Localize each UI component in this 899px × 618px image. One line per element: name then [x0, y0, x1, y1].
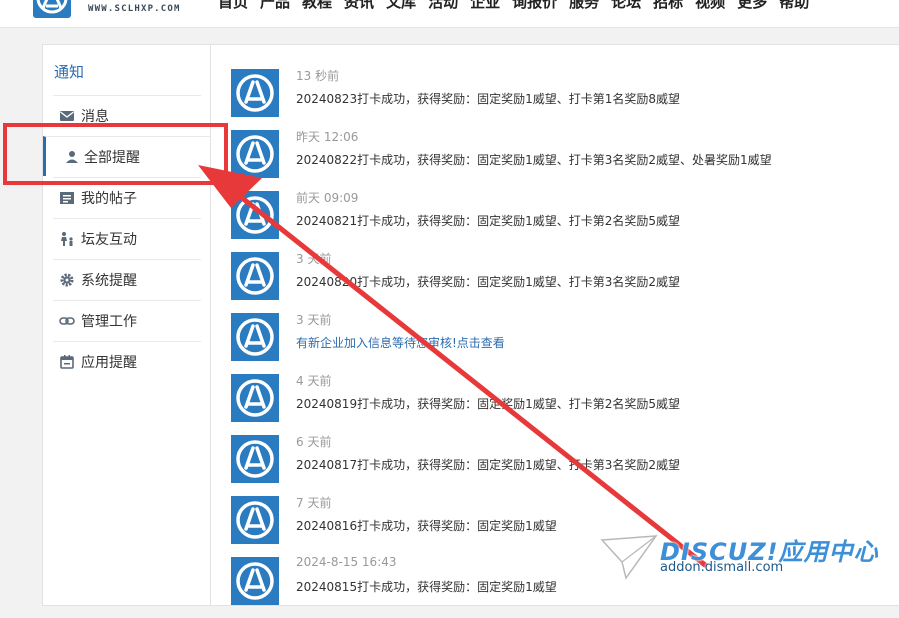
notice-time: 3 天前	[296, 252, 332, 266]
site-logo-icon	[236, 379, 274, 417]
notice-time: 2024-8-15 16:43	[296, 555, 397, 569]
notice-text: 20240820打卡成功，获得奖励：固定奖励1威望、打卡第3名奖励2威望	[296, 275, 680, 289]
nav-item-more[interactable]: 更多	[737, 0, 767, 12]
nav-item-events[interactable]: 活动	[428, 0, 458, 12]
notice-time: 3 天前	[296, 313, 332, 327]
avatar[interactable]	[231, 496, 279, 544]
top-nav: 首页 产品 教程 资讯 文库 活动 企业 询报价 服务 论坛 招标 视频 更多 帮助	[218, 0, 821, 12]
site-logo-icon	[236, 74, 274, 112]
sidebar-item-label: 系统提醒	[81, 273, 137, 289]
site-logo[interactable]	[33, 0, 71, 18]
list-item: 2024-8-15 16:43 20240815打卡成功，获得奖励：固定奖励1威…	[231, 555, 881, 618]
notice-text: 20240821打卡成功，获得奖励：固定奖励1威望、打卡第2名奖励5威望	[296, 214, 680, 228]
list-item: 3 天前 20240820打卡成功，获得奖励：固定奖励1威望、打卡第3名奖励2威…	[231, 252, 881, 313]
site-url: WWW.SCLHXP.COM	[88, 4, 181, 14]
nav-item-products[interactable]: 产品	[260, 0, 290, 12]
gear-icon	[60, 273, 74, 287]
notice-text: 20240819打卡成功，获得奖励：固定奖励1威望、打卡第2名奖励5威望	[296, 397, 680, 411]
list-item: 4 天前 20240819打卡成功，获得奖励：固定奖励1威望、打卡第2名奖励5威…	[231, 374, 881, 435]
sidebar-item-app-reminders[interactable]: 应用提醒	[53, 341, 201, 381]
nav-item-forum[interactable]: 论坛	[611, 0, 641, 12]
notice-time: 13 秒前	[296, 69, 340, 83]
notice-text: 20240817打卡成功，获得奖励：固定奖励1威望、打卡第3名奖励2威望	[296, 458, 680, 472]
user-icon	[66, 151, 78, 163]
notification-sidebar: 通知 消息 全部提醒 我的帖子 坛友互动 系统提醒 管理工作 应用提醒	[42, 44, 211, 606]
sidebar-item-label: 坛友互动	[81, 232, 137, 248]
interaction-icon	[61, 232, 73, 246]
avatar[interactable]	[231, 130, 279, 178]
site-logo-icon	[236, 135, 274, 173]
notification-list: 13 秒前 20240823打卡成功，获得奖励：固定奖励1威望、打卡第1名奖励8…	[210, 44, 899, 606]
sidebar-item-label: 管理工作	[81, 314, 137, 330]
list-item: 3 天前 有新企业加入信息等待您审核!点击查看	[231, 313, 881, 374]
notice-time: 7 天前	[296, 496, 332, 510]
sidebar-item-system[interactable]: 系统提醒	[53, 259, 201, 299]
nav-item-news[interactable]: 资讯	[344, 0, 374, 12]
avatar[interactable]	[231, 69, 279, 117]
site-logo-icon	[236, 196, 274, 234]
site-logo-icon	[236, 440, 274, 478]
site-logo-icon	[236, 501, 274, 539]
nav-item-library[interactable]: 文库	[386, 0, 416, 12]
posts-icon	[60, 192, 74, 204]
nav-item-enterprise[interactable]: 企业	[470, 0, 500, 12]
sidebar-item-label: 应用提醒	[81, 355, 137, 371]
sidebar-item-label: 我的帖子	[81, 191, 137, 207]
notice-text: 20240823打卡成功，获得奖励：固定奖励1威望、打卡第1名奖励8威望	[296, 92, 680, 106]
logo-icon	[36, 0, 68, 14]
sidebar-title: 通知	[54, 63, 85, 81]
calendar-icon	[60, 355, 74, 369]
nav-item-tutorials[interactable]: 教程	[302, 0, 332, 12]
notice-text: 20240822打卡成功，获得奖励：固定奖励1威望、打卡第3名奖励2威望、处暑奖…	[296, 153, 772, 167]
notice-time: 6 天前	[296, 435, 332, 449]
sidebar-item-management[interactable]: 管理工作	[53, 300, 201, 340]
list-item: 前天 09:09 20240821打卡成功，获得奖励：固定奖励1威望、打卡第2名…	[231, 191, 881, 252]
sidebar-item-label: 消息	[81, 109, 109, 125]
mail-icon	[60, 111, 74, 121]
avatar[interactable]	[231, 252, 279, 300]
notice-time: 4 天前	[296, 374, 332, 388]
site-header: WWW.SCLHXP.COM 首页 产品 教程 资讯 文库 活动 企业 询报价 服务 论坛 招标 视频…	[0, 0, 899, 28]
notice-time: 昨天 12:06	[296, 130, 359, 144]
sidebar-item-interaction[interactable]: 坛友互动	[53, 218, 201, 258]
list-item: 6 天前 20240817打卡成功，获得奖励：固定奖励1威望、打卡第3名奖励2威…	[231, 435, 881, 496]
sidebar-item-label: 全部提醒	[84, 150, 140, 166]
site-logo-icon	[236, 562, 274, 600]
avatar[interactable]	[231, 191, 279, 239]
notice-text: 20240815打卡成功，获得奖励：固定奖励1威望	[296, 580, 557, 594]
notice-link[interactable]: 有新企业加入信息等待您审核!点击查看	[296, 334, 505, 351]
sidebar-item-all-reminders[interactable]: 全部提醒	[43, 136, 211, 176]
nav-item-services[interactable]: 服务	[569, 0, 599, 12]
avatar[interactable]	[231, 374, 279, 422]
nav-item-quotes[interactable]: 询报价	[512, 0, 557, 12]
avatar[interactable]	[231, 435, 279, 483]
nav-item-videos[interactable]: 视频	[695, 0, 725, 12]
avatar[interactable]	[231, 313, 279, 361]
sidebar-item-messages[interactable]: 消息	[53, 95, 201, 135]
nav-item-tenders[interactable]: 招标	[653, 0, 683, 12]
notice-time: 前天 09:09	[296, 191, 359, 205]
sidebar-item-my-posts[interactable]: 我的帖子	[53, 177, 201, 217]
avatar[interactable]	[231, 557, 279, 605]
notice-text: 20240816打卡成功，获得奖励：固定奖励1威望	[296, 519, 557, 533]
list-item: 7 天前 20240816打卡成功，获得奖励：固定奖励1威望	[231, 496, 881, 557]
list-item: 13 秒前 20240823打卡成功，获得奖励：固定奖励1威望、打卡第1名奖励8…	[231, 69, 881, 130]
nav-item-home[interactable]: 首页	[218, 0, 248, 12]
nav-item-help[interactable]: 帮助	[779, 0, 809, 12]
site-logo-icon	[236, 318, 274, 356]
link-icon	[59, 317, 75, 325]
list-item: 昨天 12:06 20240822打卡成功，获得奖励：固定奖励1威望、打卡第3名…	[231, 130, 881, 191]
site-logo-icon	[236, 257, 274, 295]
